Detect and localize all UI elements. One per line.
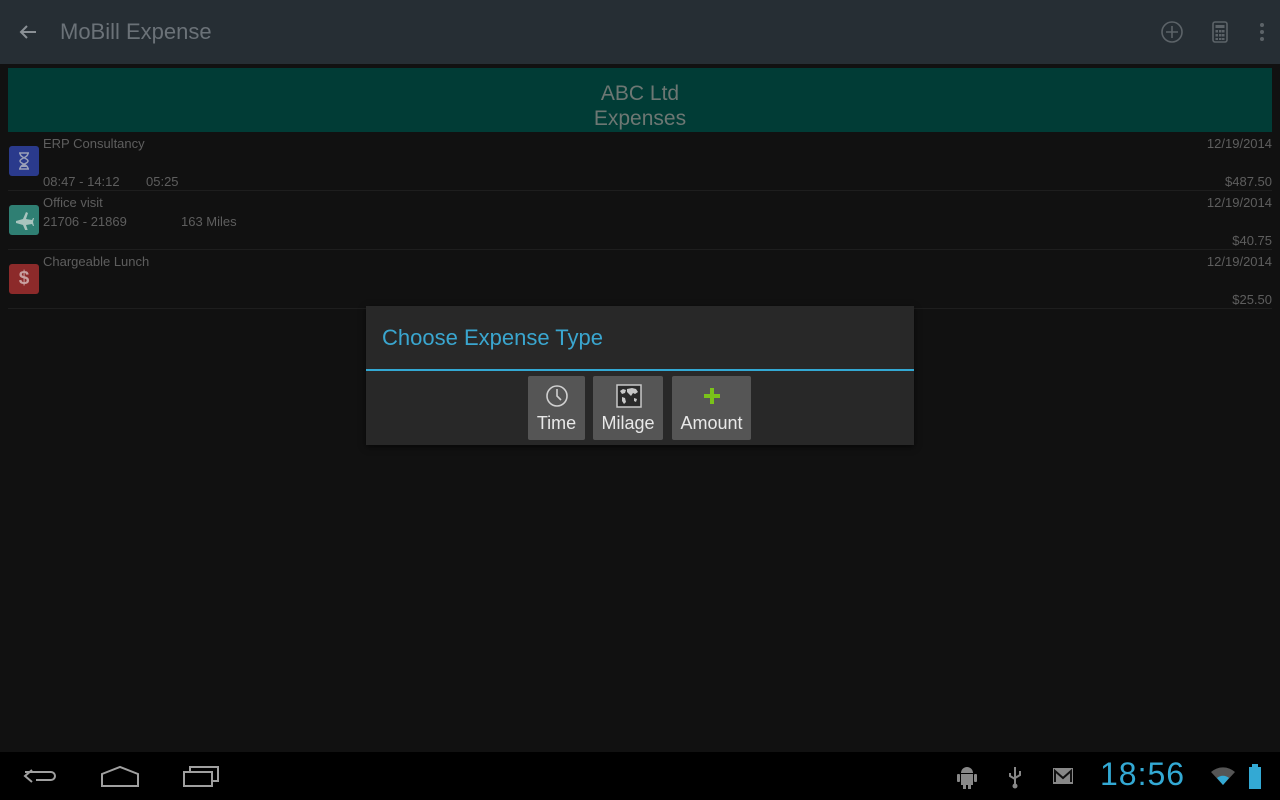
amount-label: Amount (680, 413, 743, 433)
dialog-divider (366, 369, 914, 371)
dialog-title: Choose Expense Type (382, 325, 603, 350)
battery-icon (1248, 764, 1262, 795)
overflow-menu-icon[interactable] (1250, 20, 1274, 44)
usb-icon (1006, 765, 1024, 794)
home-icon[interactable] (100, 764, 140, 793)
expense-detail: 08:47 - 14:12 (43, 174, 120, 189)
clock-icon (545, 384, 569, 408)
wifi-icon (1210, 766, 1236, 791)
expense-extra: 163 Miles (181, 214, 237, 229)
milage-label: Milage (601, 413, 655, 433)
recent-apps-icon[interactable] (182, 764, 220, 793)
expense-date: 12/19/2014 (1206, 195, 1272, 210)
time-button[interactable]: Time (528, 376, 585, 440)
airplane-icon (9, 205, 39, 235)
expense-title: Chargeable Lunch (43, 254, 150, 269)
choose-expense-type-dialog: Choose Expense Type Time Milage Amount (366, 306, 914, 445)
expense-title: Office visit (43, 195, 103, 210)
expense-amount: $40.75 (1232, 233, 1272, 248)
expense-row[interactable]: ERP Consultancy 08:47 - 14:12 05:25 12/1… (8, 132, 1272, 191)
expense-detail: 21706 - 21869 (43, 214, 127, 229)
add-circle-icon[interactable] (1160, 20, 1184, 44)
header-subtitle: Expenses (593, 107, 687, 130)
map-icon (616, 384, 642, 408)
back-icon[interactable] (22, 764, 58, 793)
milage-button[interactable]: Milage (593, 376, 663, 440)
android-debug-icon (956, 765, 978, 794)
expense-date: 12/19/2014 (1206, 254, 1272, 269)
time-label: Time (536, 413, 577, 433)
dollar-icon: $ (9, 264, 39, 294)
back-arrow-icon[interactable] (16, 20, 40, 44)
expense-date: 12/19/2014 (1206, 136, 1272, 151)
expense-extra: 05:25 (146, 174, 179, 189)
gmail-icon (1052, 767, 1074, 790)
expense-amount: $25.50 (1232, 292, 1272, 307)
status-clock: 18:56 (1100, 756, 1186, 792)
app-title: MoBill Expense (60, 19, 212, 44)
hourglass-icon (9, 146, 39, 176)
amount-button[interactable]: Amount (672, 376, 751, 440)
action-bar: MoBill Expense (0, 0, 1280, 64)
expense-amount: $487.50 (1225, 174, 1272, 189)
expense-row[interactable]: Office visit 21706 - 21869 163 Miles 12/… (8, 191, 1272, 250)
company-name: ABC Ltd (600, 82, 680, 105)
expense-row[interactable]: $ Chargeable Lunch 12/19/2014 $25.50 (8, 250, 1272, 309)
expense-title: ERP Consultancy (43, 136, 145, 151)
company-header: ABC Ltd Expenses (8, 68, 1272, 132)
system-bar (0, 752, 1280, 800)
calculator-icon[interactable] (1208, 20, 1232, 44)
plus-icon (700, 384, 724, 408)
